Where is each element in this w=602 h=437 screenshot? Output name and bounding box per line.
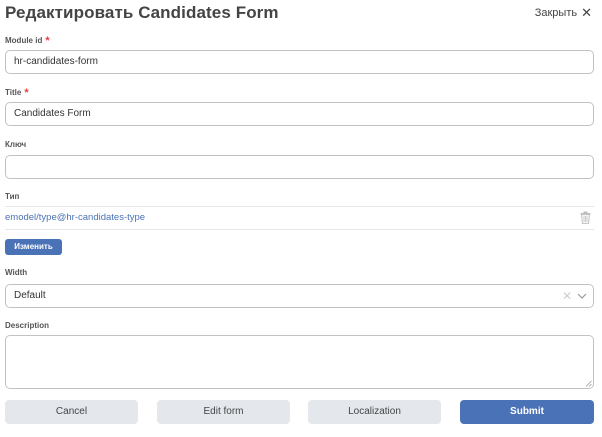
module-id-label-text: Module id xyxy=(5,36,43,45)
trash-icon[interactable] xyxy=(580,211,591,224)
description-label: Description xyxy=(5,321,50,330)
close-button[interactable]: Закрыть ✕ xyxy=(535,6,592,20)
title-field[interactable]: Candidates Form xyxy=(5,102,594,126)
change-type-button[interactable]: Изменить xyxy=(5,239,62,255)
localization-button[interactable]: Localization xyxy=(308,400,441,424)
clear-icon[interactable]: ✕ xyxy=(562,290,572,302)
module-id-field[interactable]: hr-candidates-form xyxy=(5,50,594,74)
chevron-down-icon[interactable] xyxy=(577,292,587,300)
module-id-label: Module id * xyxy=(5,35,50,47)
modal-title: Редактировать Candidates Form xyxy=(5,3,279,22)
modal-header: Редактировать Candidates Form Закрыть ✕ xyxy=(5,2,597,24)
submit-button[interactable]: Submit xyxy=(460,400,594,424)
width-select[interactable]: Default ✕ xyxy=(5,284,594,308)
width-label: Width xyxy=(5,268,28,277)
key-field[interactable] xyxy=(5,155,594,179)
module-id-value: hr-candidates-form xyxy=(14,56,98,67)
edit-form-button[interactable]: Edit form xyxy=(157,400,290,424)
resize-handle-icon[interactable] xyxy=(585,380,592,387)
key-label: Ключ xyxy=(5,140,27,149)
title-label-text: Title xyxy=(5,88,22,97)
title-label: Title * xyxy=(5,87,29,99)
description-textarea[interactable] xyxy=(5,335,594,389)
type-row: emodel/type@hr-candidates-type xyxy=(5,206,594,230)
close-icon: ✕ xyxy=(581,5,592,20)
module-id-required-mark: * xyxy=(45,35,50,47)
type-link[interactable]: emodel/type@hr-candidates-type xyxy=(5,212,145,224)
cancel-button[interactable]: Cancel xyxy=(5,400,138,424)
title-required-mark: * xyxy=(24,87,29,99)
close-label: Закрыть xyxy=(534,7,578,19)
type-label: Тип xyxy=(5,192,20,201)
title-value: Candidates Form xyxy=(14,108,91,119)
width-select-value: Default xyxy=(14,290,46,301)
